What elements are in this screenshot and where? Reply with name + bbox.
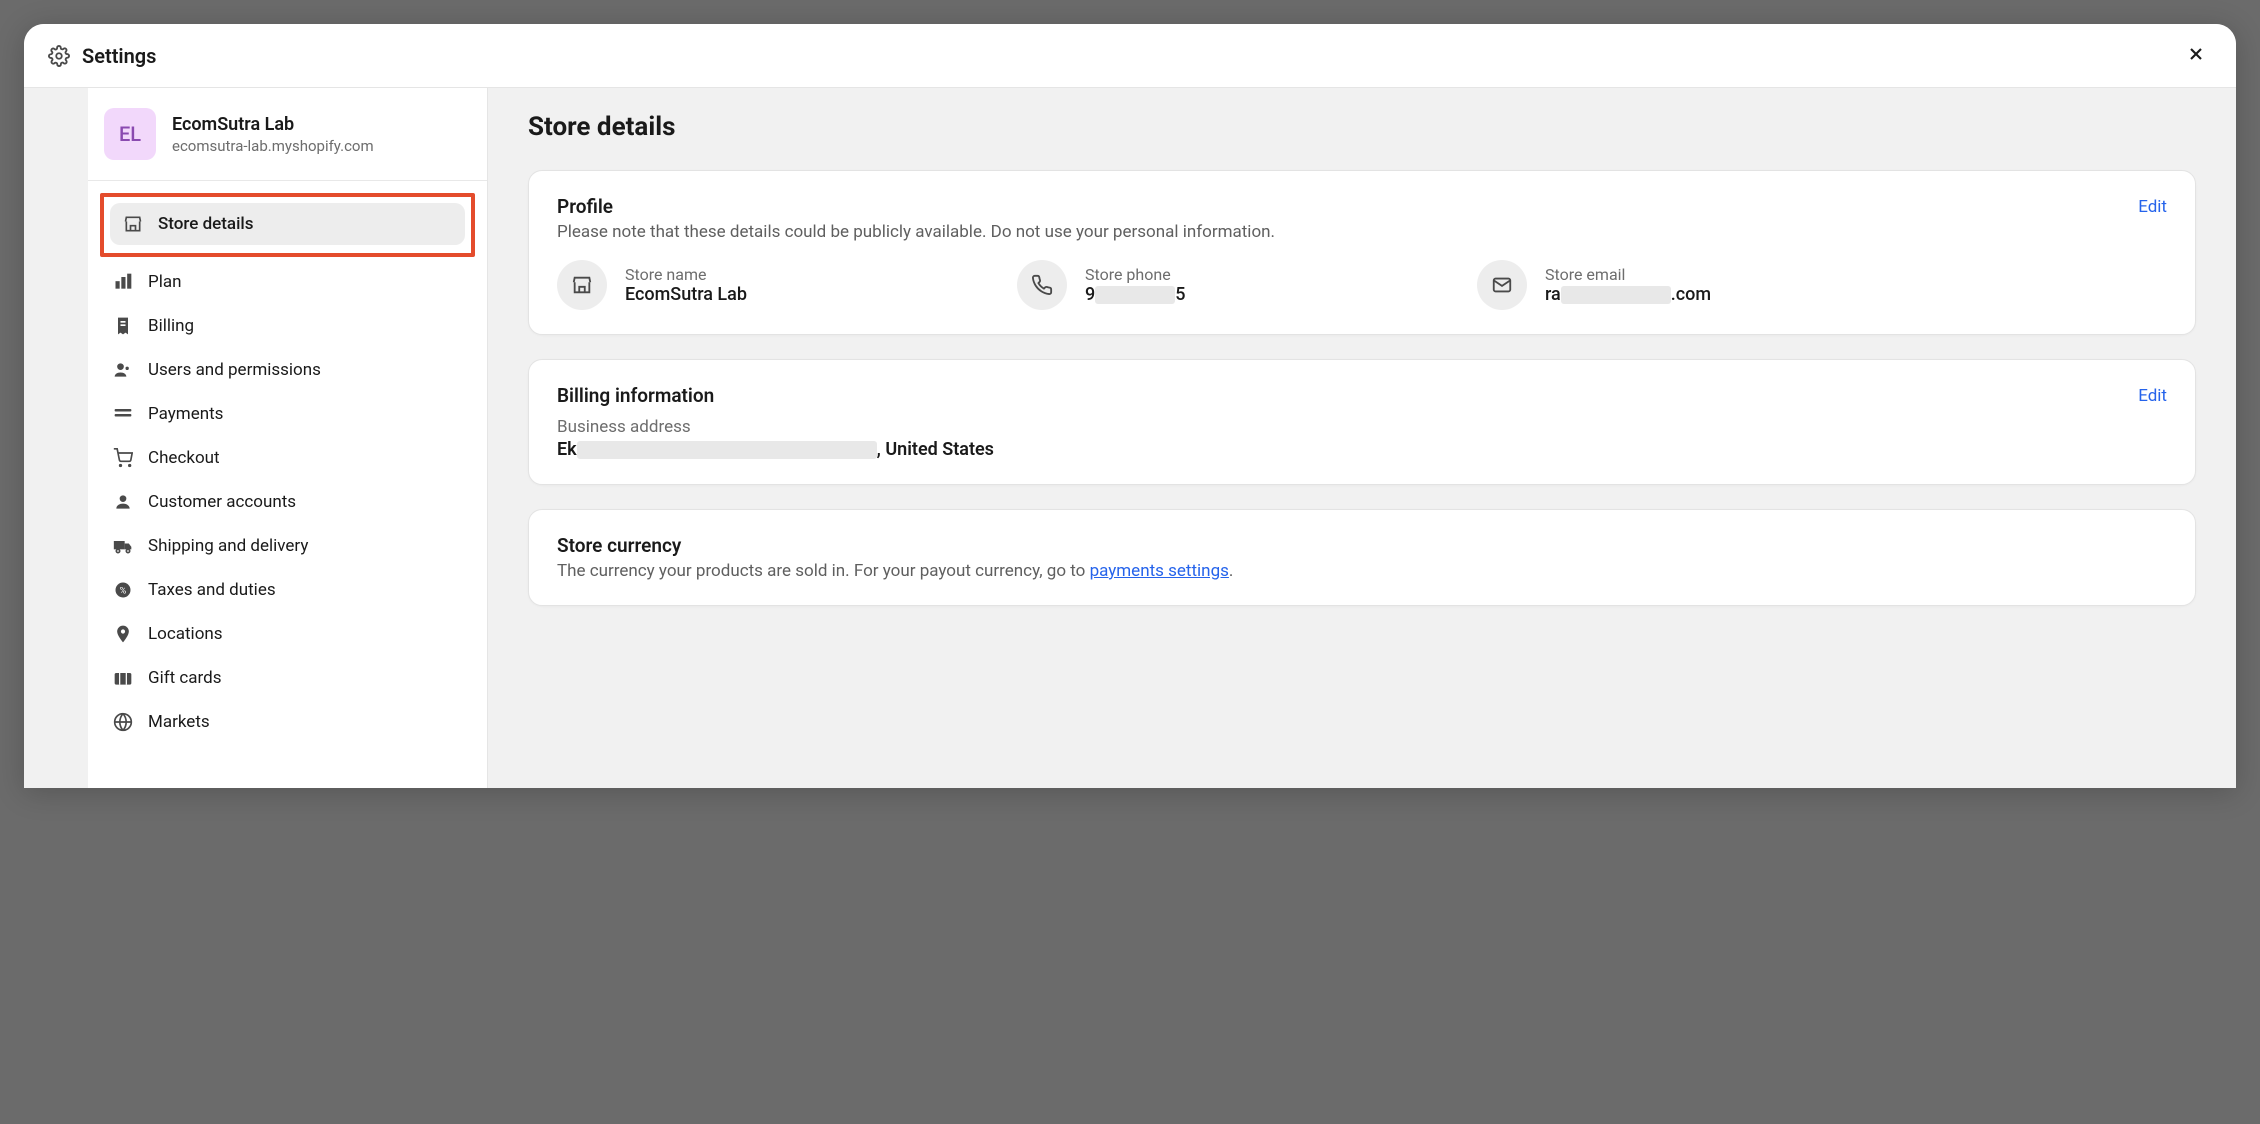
phone-icon xyxy=(1017,260,1067,310)
profile-title: Profile xyxy=(557,195,613,218)
close-button[interactable] xyxy=(2180,38,2212,73)
store-name-entry: Store name EcomSutra Lab xyxy=(557,260,957,310)
sidebar-item-label: Taxes and duties xyxy=(148,580,276,600)
redacted-span xyxy=(1095,286,1175,304)
sidebar-item-label: Users and permissions xyxy=(148,360,321,380)
sidebar-item-users[interactable]: Users and permissions xyxy=(100,349,475,391)
page-title: Store details xyxy=(528,112,2196,142)
store-email-value: ra.com xyxy=(1545,284,1711,305)
currency-desc: The currency your products are sold in. … xyxy=(557,561,2167,581)
settings-sidebar: EL EcomSutra Lab ecomsutra-lab.myshopify… xyxy=(88,88,488,788)
store-icon xyxy=(122,213,144,235)
store-card[interactable]: EL EcomSutra Lab ecomsutra-lab.myshopify… xyxy=(88,88,487,181)
gear-icon xyxy=(48,45,70,67)
modal-title: Settings xyxy=(82,44,156,68)
sidebar-item-label: Customer accounts xyxy=(148,492,296,512)
store-icon xyxy=(557,260,607,310)
store-phone-entry: Store phone 95 xyxy=(1017,260,1417,310)
credit-card-icon xyxy=(112,403,134,425)
redacted-span xyxy=(577,441,877,459)
sidebar-item-label: Plan xyxy=(148,272,182,292)
store-url: ecomsutra-lab.myshopify.com xyxy=(172,137,374,155)
store-phone-value: 95 xyxy=(1085,284,1185,305)
truck-icon xyxy=(112,535,134,557)
sidebar-item-label: Billing xyxy=(148,316,194,336)
billing-title: Billing information xyxy=(557,384,714,407)
sidebar-item-label: Payments xyxy=(148,404,223,424)
business-address-label: Business address xyxy=(557,417,2167,437)
highlight-box: Store details xyxy=(100,193,475,257)
business-address-value: Ek, United States xyxy=(557,439,2167,460)
cart-icon xyxy=(112,447,134,469)
store-avatar: EL xyxy=(104,108,156,160)
sidebar-item-taxes[interactable]: % Taxes and duties xyxy=(100,569,475,611)
store-name: EcomSutra Lab xyxy=(172,114,374,135)
close-icon xyxy=(2186,44,2206,67)
currency-title: Store currency xyxy=(557,534,2167,557)
sidebar-item-locations[interactable]: Locations xyxy=(100,613,475,655)
location-pin-icon xyxy=(112,623,134,645)
main-content: Store details Profile Edit Please note t… xyxy=(488,88,2236,788)
sidebar-item-label: Gift cards xyxy=(148,668,222,688)
sidebar-item-label: Locations xyxy=(148,624,223,644)
sidebar-item-label: Checkout xyxy=(148,448,220,468)
tax-icon: % xyxy=(112,579,134,601)
sidebar-item-gift-cards[interactable]: Gift cards xyxy=(100,657,475,699)
redacted-span xyxy=(1561,286,1671,304)
receipt-icon xyxy=(112,315,134,337)
svg-text:%: % xyxy=(120,586,127,596)
sidebar-item-label: Shipping and delivery xyxy=(148,536,308,556)
plan-icon xyxy=(112,271,134,293)
sidebar-item-plan[interactable]: Plan xyxy=(100,261,475,303)
profile-card: Profile Edit Please note that these deta… xyxy=(528,170,2196,335)
store-email-entry: Store email ra.com xyxy=(1477,260,1877,310)
profile-subtitle: Please note that these details could be … xyxy=(557,222,2167,242)
profile-edit-button[interactable]: Edit xyxy=(2138,197,2167,217)
currency-card: Store currency The currency your product… xyxy=(528,509,2196,606)
billing-card: Billing information Edit Business addres… xyxy=(528,359,2196,485)
sidebar-item-label: Markets xyxy=(148,712,210,732)
billing-edit-button[interactable]: Edit xyxy=(2138,386,2167,406)
store-name-value: EcomSutra Lab xyxy=(625,284,747,305)
payments-settings-link[interactable]: payments settings xyxy=(1090,561,1229,581)
sidebar-item-customer-accounts[interactable]: Customer accounts xyxy=(100,481,475,523)
gift-card-icon xyxy=(112,667,134,689)
store-phone-label: Store phone xyxy=(1085,265,1185,284)
sidebar-item-payments[interactable]: Payments xyxy=(100,393,475,435)
person-icon xyxy=(112,491,134,513)
modal-header: Settings xyxy=(24,24,2236,88)
nav-list: Store details Plan Billing Users and per… xyxy=(88,181,487,757)
store-email-label: Store email xyxy=(1545,265,1711,284)
sidebar-item-checkout[interactable]: Checkout xyxy=(100,437,475,479)
sidebar-item-markets[interactable]: Markets xyxy=(100,701,475,743)
mail-icon xyxy=(1477,260,1527,310)
store-name-label: Store name xyxy=(625,265,747,284)
settings-modal: Settings EL EcomSutra Lab ecomsutra-lab.… xyxy=(24,24,2236,788)
sidebar-item-billing[interactable]: Billing xyxy=(100,305,475,347)
globe-icon xyxy=(112,711,134,733)
users-icon xyxy=(112,359,134,381)
sidebar-item-store-details[interactable]: Store details xyxy=(110,203,465,245)
sidebar-item-label: Store details xyxy=(158,214,254,234)
sidebar-item-shipping[interactable]: Shipping and delivery xyxy=(100,525,475,567)
